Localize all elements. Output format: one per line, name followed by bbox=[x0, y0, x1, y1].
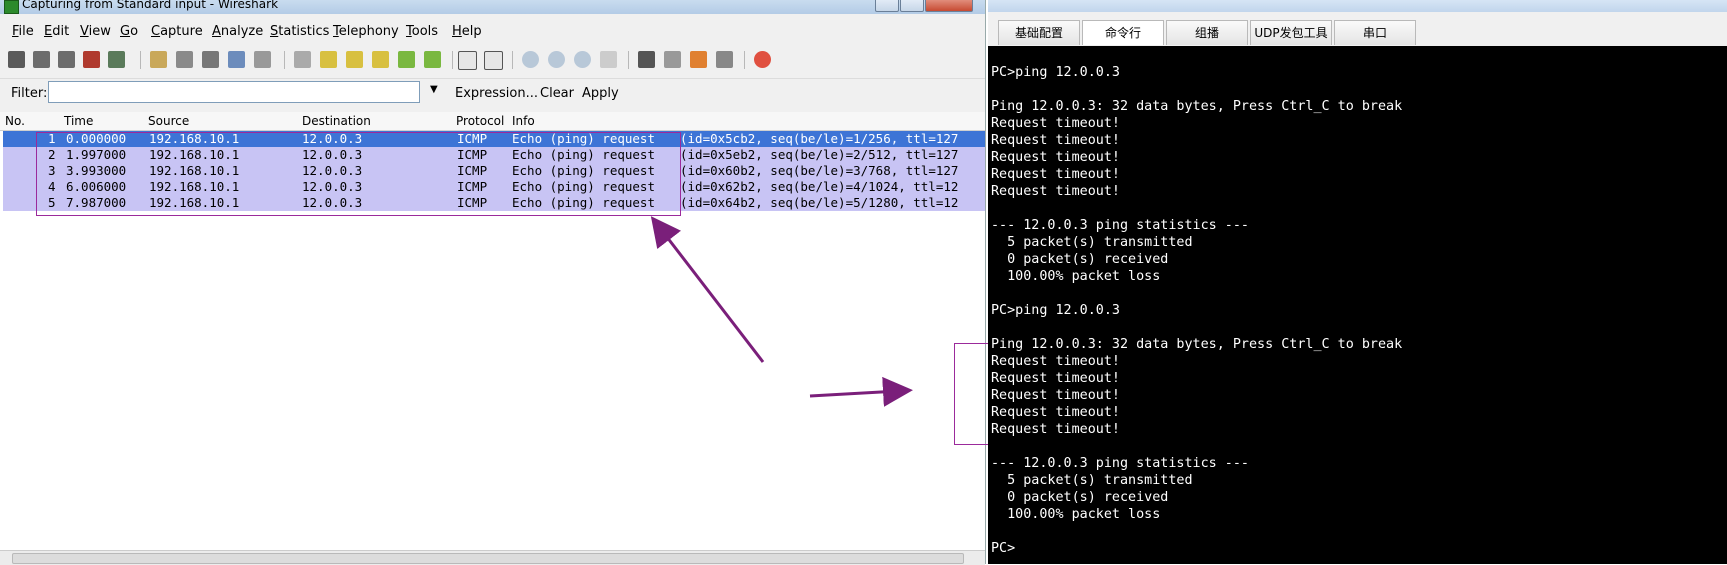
console-line: Request timeout! bbox=[991, 184, 1120, 199]
pc-tab-bar: 基础配置 命令行 组播 UDP发包工具 串口 bbox=[988, 18, 1727, 46]
tab-udp-tool[interactable]: UDP发包工具 bbox=[1250, 20, 1332, 45]
console-line: Request timeout! bbox=[991, 133, 1120, 148]
arrow-to-packets bbox=[650, 216, 765, 363]
console-line: 5 packet(s) transmitted bbox=[991, 235, 1193, 250]
console-line: Ping 12.0.0.3: 32 data bytes, Press Ctrl… bbox=[991, 337, 1403, 352]
console-line: --- 12.0.0.3 ping statistics --- bbox=[991, 456, 1249, 471]
console-line: Request timeout! bbox=[991, 150, 1120, 165]
arrow-to-timeouts bbox=[809, 376, 913, 407]
console-line: 100.00% packet loss bbox=[991, 269, 1161, 284]
console-line: Request timeout! bbox=[991, 371, 1120, 386]
console-line: Request timeout! bbox=[991, 422, 1120, 437]
tab-command-line[interactable]: 命令行 bbox=[1082, 20, 1164, 45]
console-line: Request timeout! bbox=[991, 388, 1120, 403]
pc-window: 基础配置 命令行 组播 UDP发包工具 串口 PC>ping 12.0.0.3 P… bbox=[988, 0, 1727, 564]
console-line: PC>ping 12.0.0.3 bbox=[991, 65, 1120, 80]
tab-serial[interactable]: 串口 bbox=[1334, 20, 1416, 45]
tab-basic-config[interactable]: 基础配置 bbox=[998, 20, 1080, 45]
pc-title-bar bbox=[988, 0, 1727, 12]
console-line: 0 packet(s) received bbox=[991, 252, 1169, 267]
console-line: Ping 12.0.0.3: 32 data bytes, Press Ctrl… bbox=[991, 99, 1403, 114]
tab-multicast[interactable]: 组播 bbox=[1166, 20, 1248, 45]
console-line: Request timeout! bbox=[991, 405, 1120, 420]
console-line: 5 packet(s) transmitted bbox=[991, 473, 1193, 488]
console-line: Request timeout! bbox=[991, 116, 1120, 131]
console-line: Request timeout! bbox=[991, 354, 1120, 369]
console-line: 0 packet(s) received bbox=[991, 490, 1169, 505]
console-line: 100.00% packet loss bbox=[991, 507, 1161, 522]
console-line: PC> bbox=[991, 541, 1016, 556]
console-line: PC>ping 12.0.0.3 bbox=[991, 303, 1120, 318]
console-line: Request timeout! bbox=[991, 167, 1120, 182]
console-line: --- 12.0.0.3 ping statistics --- bbox=[991, 218, 1249, 233]
command-console[interactable]: PC>ping 12.0.0.3 Ping 12.0.0.3: 32 data b… bbox=[988, 46, 1727, 564]
